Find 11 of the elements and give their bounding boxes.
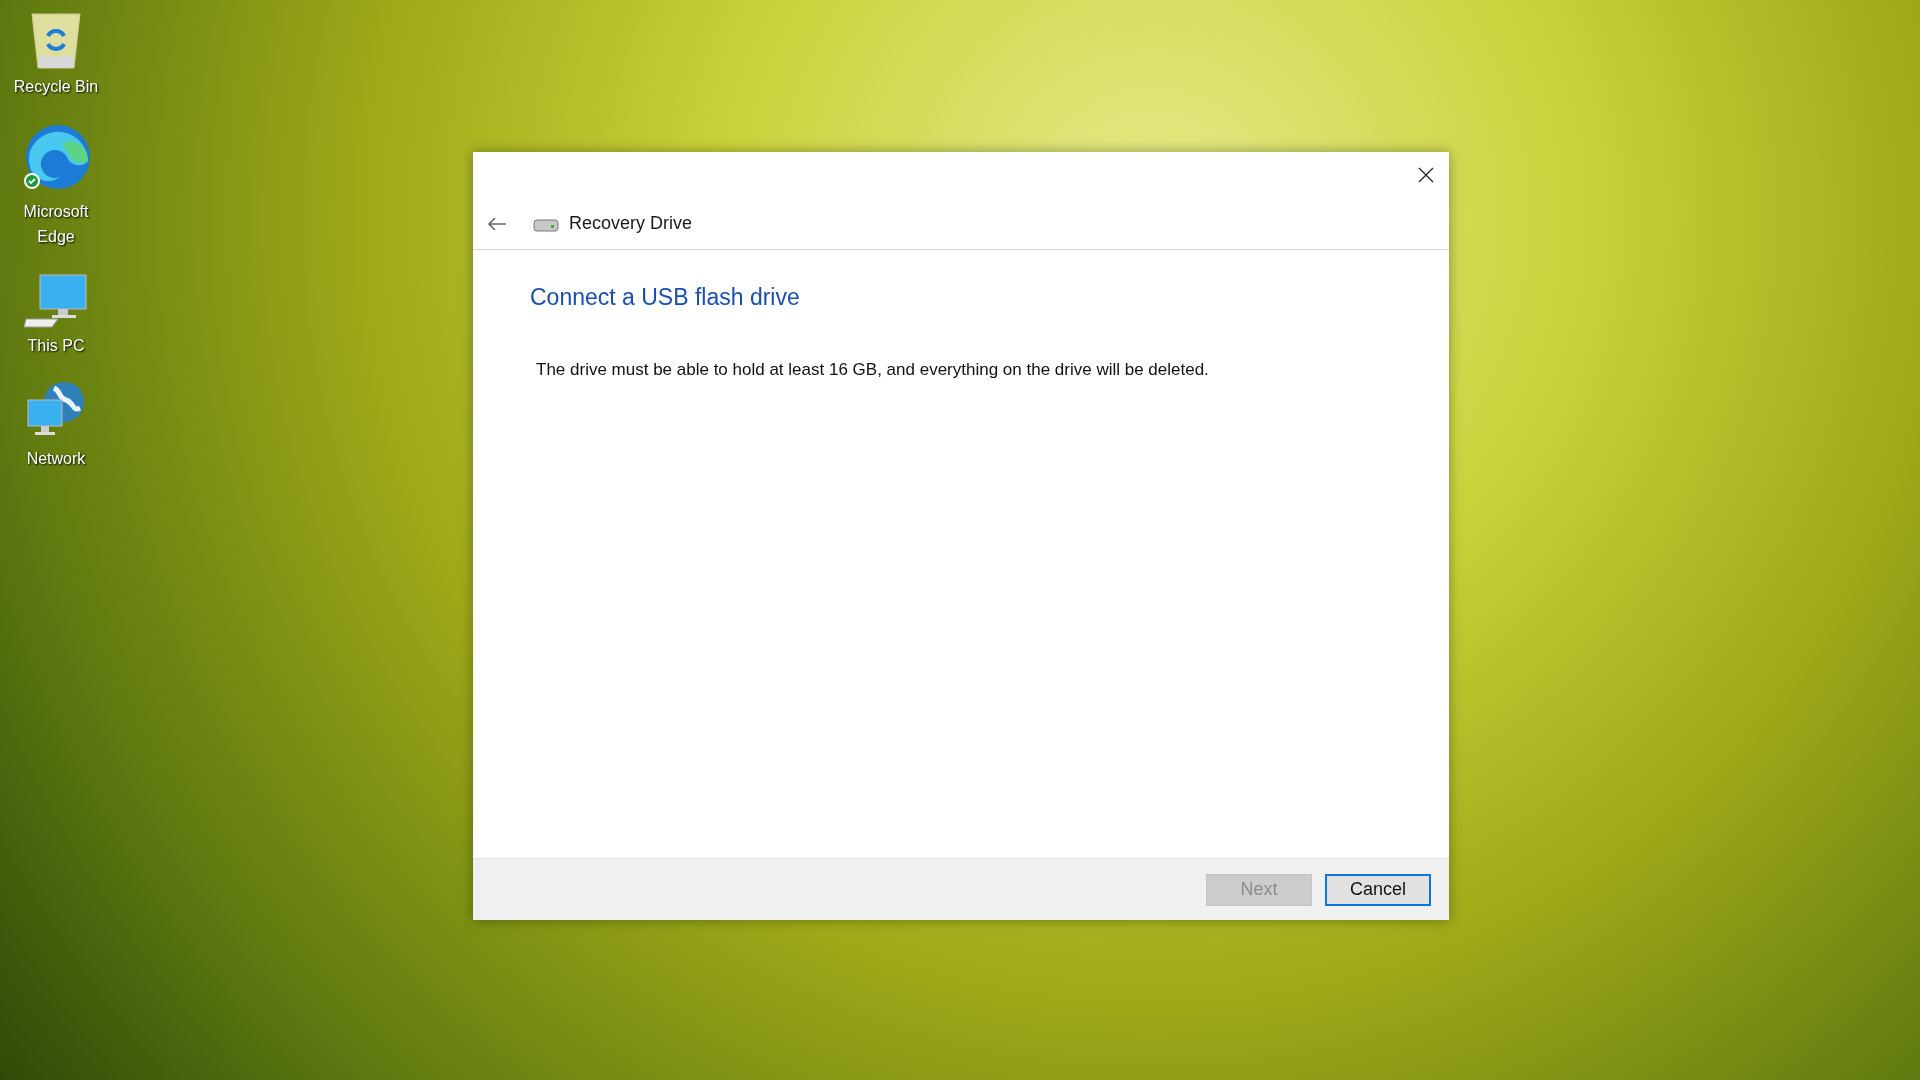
- instruction-text: The drive must be able to hold at least 16 GB, and everything on the drive will be deleted.: [536, 358, 1210, 381]
- desktop-icon-label[interactable]: Microsoft Edge: [6, 199, 106, 249]
- window-title: Recovery Drive: [569, 212, 693, 235]
- dialog-button[interactable]: Cancel: [1325, 873, 1431, 906]
- desktop-icon-label[interactable]: Recycle Bin: [13, 74, 99, 99]
- computer-icon: [24, 271, 88, 331]
- back-arrow-icon: [487, 215, 507, 232]
- page-heading: Connect a USB flash drive: [530, 283, 801, 312]
- close-icon: [1418, 167, 1434, 183]
- desktop-icon-label[interactable]: This PC: [27, 333, 85, 358]
- desktop-icon-label[interactable]: Network: [26, 446, 86, 471]
